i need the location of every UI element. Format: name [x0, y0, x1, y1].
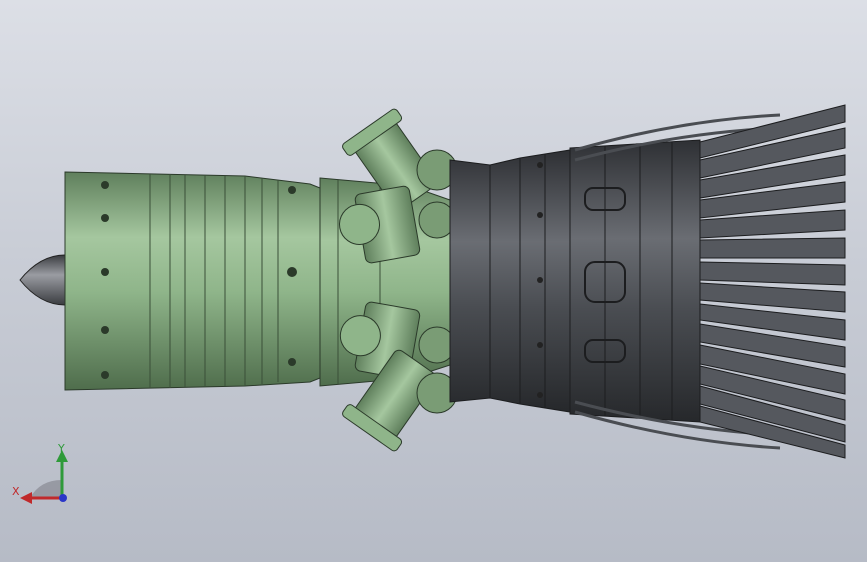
nozzle-body	[569, 139, 701, 423]
x-axis-arrow	[20, 492, 32, 504]
y-axis-label: Y	[57, 442, 65, 455]
compressor-casing	[64, 171, 321, 391]
z-axis-dot	[59, 494, 67, 502]
jet-engine-model[interactable]	[0, 0, 867, 562]
nozzle-petals	[699, 104, 846, 459]
coordinate-triad: Y X	[12, 442, 68, 504]
x-axis-label: X	[12, 485, 20, 498]
triad-plane	[30, 480, 62, 498]
spinner-cone	[19, 254, 66, 306]
turbine-casing	[449, 149, 571, 413]
graphics-viewport[interactable]: Y X	[0, 0, 867, 562]
